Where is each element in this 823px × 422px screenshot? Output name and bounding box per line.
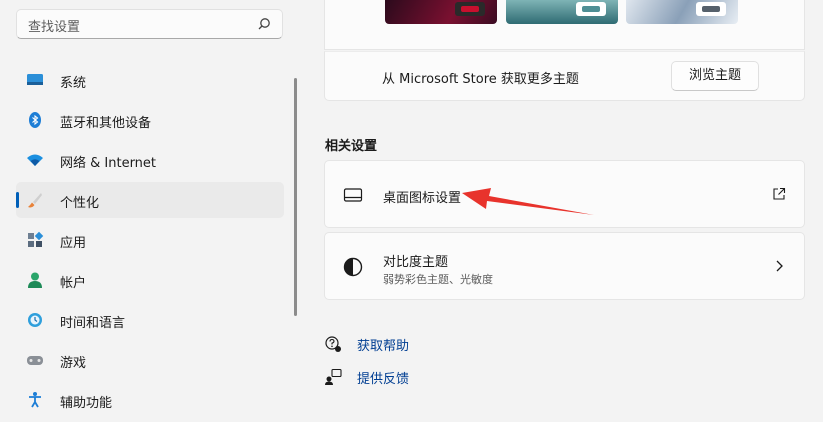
sidebar-nav: 系统 蓝牙和其他设备 网络 & Internet 个性化 应用 帐户 时间和语言…	[16, 62, 284, 422]
store-themes-row: 从 Microsoft Store 获取更多主题 浏览主题	[324, 51, 805, 101]
browse-themes-button[interactable]: 浏览主题	[671, 61, 759, 91]
get-help-link[interactable]: 获取帮助	[324, 333, 524, 355]
accessibility-icon	[29, 392, 41, 408]
contrast-icon	[343, 257, 363, 277]
sidebar-item-gaming[interactable]: 游戏	[16, 342, 284, 378]
sidebar-item-bluetooth[interactable]: 蓝牙和其他设备	[16, 102, 284, 138]
search-icon[interactable]	[256, 16, 272, 32]
chevron-right-icon	[776, 260, 783, 272]
desktop-icon-settings-card[interactable]: 桌面图标设置	[324, 160, 805, 228]
theme-thumbnail-lake[interactable]	[506, 0, 618, 24]
theme-thumbnail-bloom[interactable]	[626, 0, 738, 24]
sidebar-item-label: 蓝牙和其他设备	[60, 116, 152, 131]
sidebar-item-label: 帐户	[60, 276, 87, 291]
sidebar-item-personalization[interactable]: 个性化	[16, 182, 284, 218]
search-box[interactable]: 查找设置	[16, 9, 283, 39]
brush-icon	[28, 193, 42, 208]
sidebar-item-label: 个性化	[60, 196, 100, 211]
sidebar-item-label: 系统	[60, 76, 87, 91]
time-language-icon	[28, 313, 42, 327]
give-feedback-label: 提供反馈	[357, 372, 410, 387]
gaming-icon	[27, 356, 43, 365]
sidebar-item-label: 辅助功能	[60, 396, 113, 411]
external-link-icon	[773, 187, 786, 200]
contrast-themes-subtitle: 弱势彩色主题、光敏度	[383, 273, 493, 286]
sidebar-item-time-language[interactable]: 时间和语言	[16, 302, 284, 338]
sidebar-item-label: 时间和语言	[60, 316, 126, 331]
sidebar-item-label: 网络 & Internet	[60, 156, 157, 171]
related-settings-heading: 相关设置	[325, 139, 378, 154]
help-icon	[325, 336, 341, 352]
sidebar-item-network[interactable]: 网络 & Internet	[16, 142, 284, 178]
active-indicator	[16, 192, 19, 208]
network-icon	[27, 154, 43, 166]
search-placeholder: 查找设置	[28, 20, 81, 35]
store-themes-text: 从 Microsoft Store 获取更多主题	[382, 72, 579, 87]
sidebar-scrollbar[interactable]	[294, 78, 297, 316]
sidebar-item-accounts[interactable]: 帐户	[16, 262, 284, 298]
account-icon	[28, 272, 42, 288]
system-icon	[27, 74, 43, 85]
contrast-themes-card[interactable]: 对比度主题 弱势彩色主题、光敏度	[324, 232, 805, 300]
sidebar-item-system[interactable]: 系统	[16, 62, 284, 98]
bluetooth-icon	[29, 112, 41, 128]
sidebar-item-label: 游戏	[60, 356, 87, 371]
feedback-icon	[325, 368, 342, 385]
contrast-themes-title: 对比度主题	[383, 255, 449, 270]
theme-gallery	[324, 0, 805, 50]
theme-thumbnail-dark[interactable]	[385, 0, 497, 24]
sidebar-item-accessibility[interactable]: 辅助功能	[16, 382, 284, 418]
get-help-label: 获取帮助	[357, 339, 410, 354]
apps-icon	[28, 231, 44, 247]
give-feedback-link[interactable]: 提供反馈	[324, 366, 524, 388]
desktop-icon	[343, 188, 363, 202]
sidebar-item-label: 应用	[60, 236, 87, 251]
desktop-icon-settings-title: 桌面图标设置	[383, 191, 462, 206]
sidebar-item-apps[interactable]: 应用	[16, 222, 284, 258]
